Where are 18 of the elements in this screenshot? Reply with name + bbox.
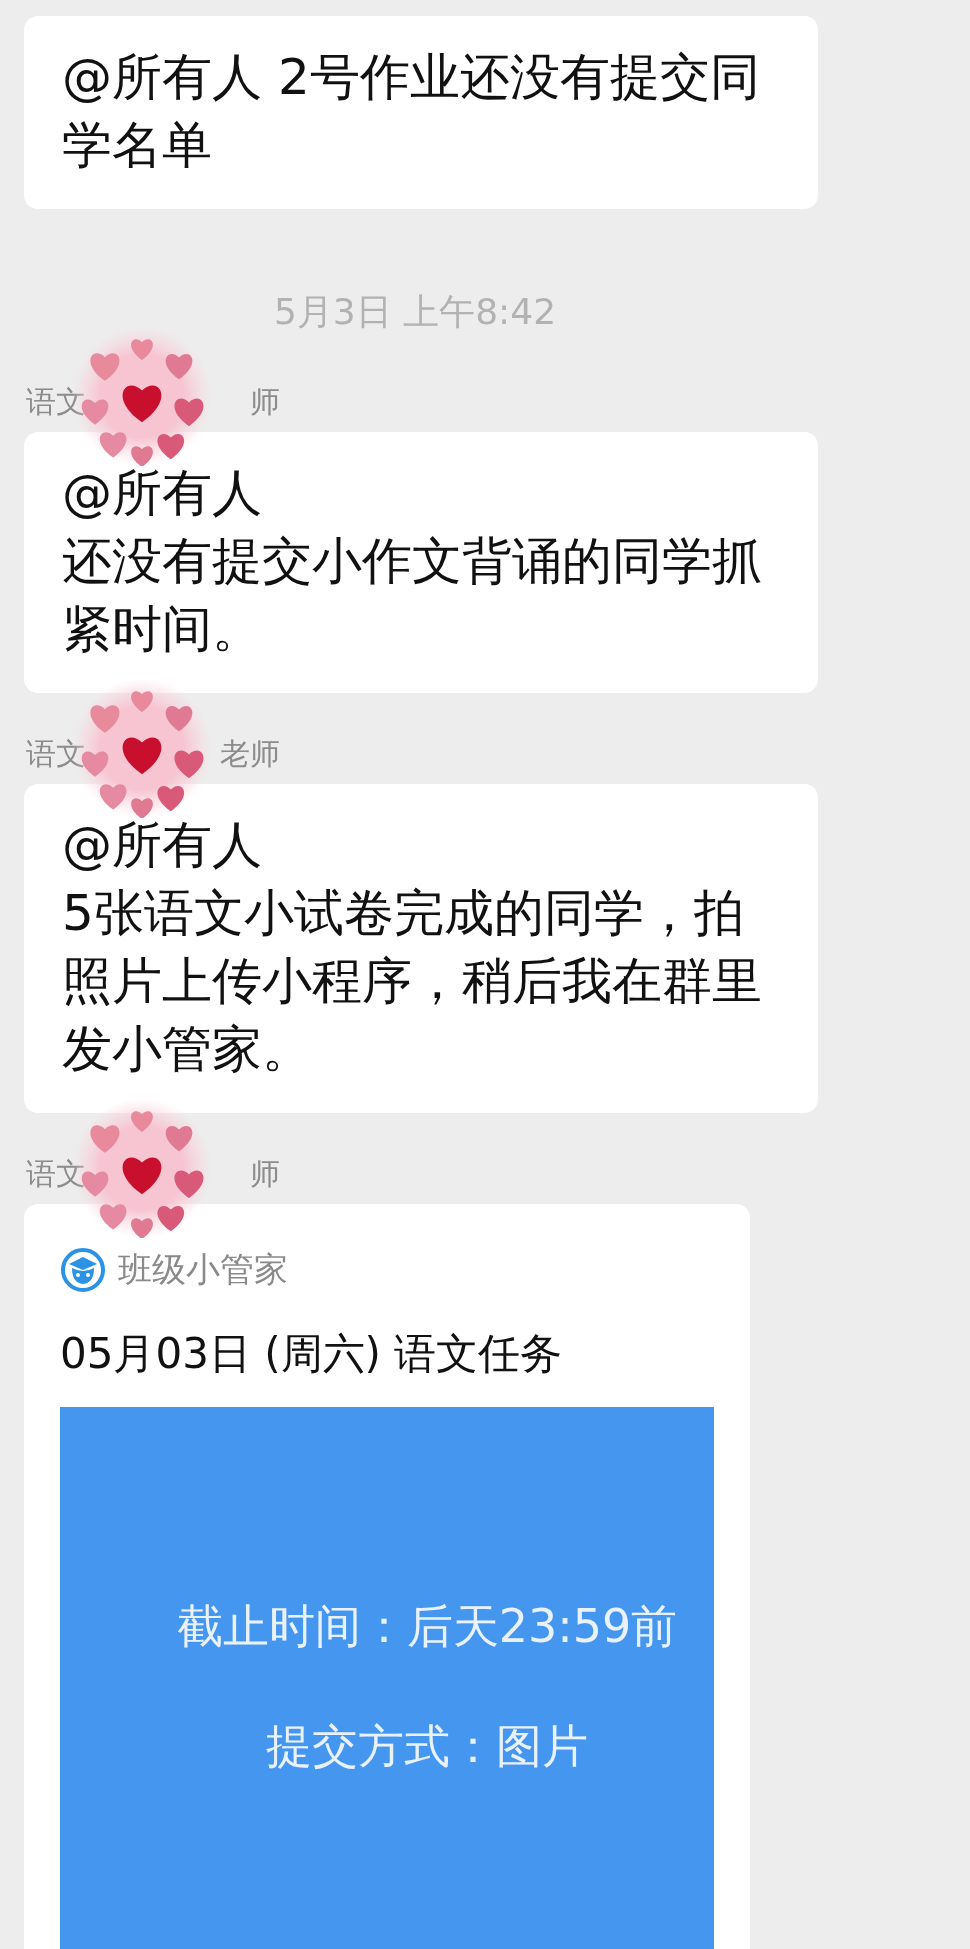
sender-name: 语文 — [26, 384, 86, 420]
image-text: 提交方式：图片 — [266, 1718, 588, 1775]
message-bubble: @所有人 2号作业还没有提交同学名单 — [24, 16, 818, 209]
sender-name: 师 — [250, 1156, 280, 1192]
timestamp: 5月3日 上午8:42 — [272, 292, 558, 332]
sender-name: 语文 — [26, 736, 86, 772]
sender-name: 师 — [250, 384, 280, 420]
mention-text: @所有人 — [62, 463, 263, 524]
app-name: 班级小管家 — [118, 1248, 288, 1291]
card-title: 05月03日 (周六) 语文任务 — [60, 1328, 564, 1380]
student-face-icon — [60, 1247, 106, 1293]
sender-name: 老师 — [220, 736, 280, 772]
sender-name: 语文 — [26, 1156, 86, 1192]
task-card[interactable]: 班级小管家 05月03日 (周六) 语文任务 截止时间：后天23:59前 提交方式：图片 — [24, 1204, 750, 1949]
mention-text: @所有人 — [62, 815, 263, 876]
message-text: 还没有提交小作文背诵的同学抓紧时间。 — [62, 531, 763, 660]
message-text: 5张语文小试卷完成的同学，拍照片上传小程序，稍后我在群里发小管家。 — [62, 883, 763, 1080]
image-text: 截止时间：后天23:59前 — [176, 1598, 678, 1655]
